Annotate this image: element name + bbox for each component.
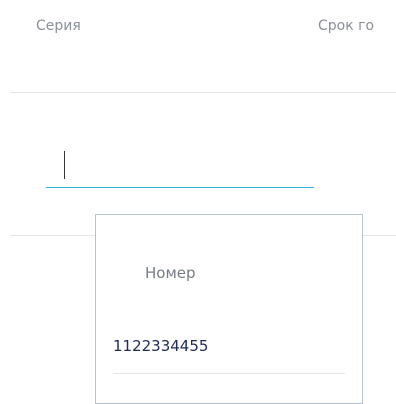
- autocomplete-dropdown: Номер 1122334455: [95, 214, 363, 404]
- series-input-underline: [46, 187, 314, 188]
- column-header-term: Срок го: [318, 18, 375, 34]
- dropdown-option[interactable]: 1122334455: [113, 323, 345, 374]
- dropdown-option-divider: [113, 373, 345, 374]
- dropdown-header-number: Номер: [145, 264, 196, 282]
- series-input[interactable]: [46, 142, 314, 187]
- dropdown-option-label: 1122334455: [113, 337, 209, 355]
- text-caret: [64, 151, 65, 179]
- series-field[interactable]: [46, 142, 314, 188]
- column-header-series: Серия: [36, 18, 81, 34]
- header-divider: [10, 92, 396, 93]
